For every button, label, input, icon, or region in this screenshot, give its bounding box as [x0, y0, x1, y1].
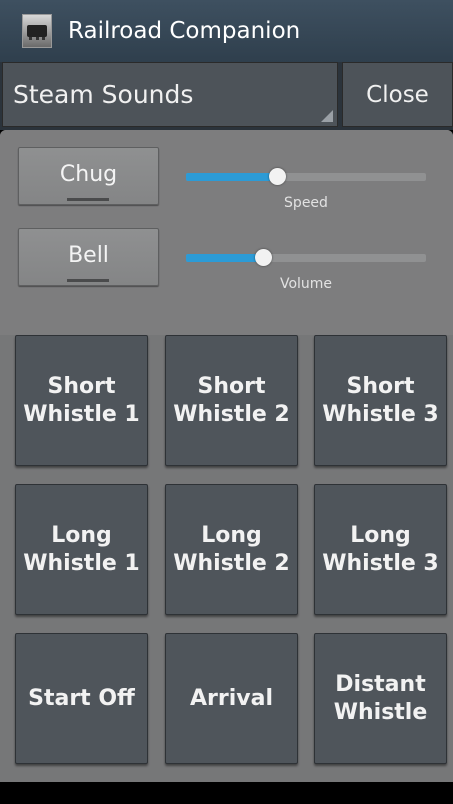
- button-label: Short Whistle 1: [23, 373, 140, 427]
- slider-fill: [186, 173, 277, 181]
- system-bottom-bar: [0, 782, 453, 804]
- long-whistle-1-button[interactable]: Long Whistle 1: [15, 484, 148, 615]
- short-whistle-2-button[interactable]: Short Whistle 2: [165, 335, 298, 466]
- toggle-indicator: [67, 198, 109, 201]
- title-bar: Railroad Companion: [0, 0, 453, 62]
- app-title: Railroad Companion: [68, 18, 301, 44]
- spinner-selected-label: Steam Sounds: [13, 80, 194, 109]
- button-label: Long Whistle 1: [23, 522, 140, 576]
- sound-category-spinner[interactable]: Steam Sounds: [2, 62, 338, 127]
- spinner-triangle-icon: [321, 110, 333, 122]
- slider-thumb[interactable]: [269, 168, 286, 185]
- speed-label: Speed: [284, 195, 328, 211]
- button-label: Arrival: [190, 685, 273, 711]
- close-button[interactable]: Close: [342, 62, 453, 127]
- long-whistle-2-button[interactable]: Long Whistle 2: [165, 484, 298, 615]
- short-whistle-3-button[interactable]: Short Whistle 3: [314, 335, 447, 466]
- speed-slider[interactable]: [186, 160, 426, 190]
- button-label: Start Off: [28, 685, 135, 711]
- short-whistle-1-button[interactable]: Short Whistle 1: [15, 335, 148, 466]
- button-label: Short Whistle 3: [322, 373, 439, 427]
- chug-toggle-button[interactable]: Chug: [18, 147, 159, 205]
- slider-fill: [186, 254, 263, 262]
- bell-label: Bell: [68, 243, 109, 268]
- button-label: Long Whistle 3: [322, 522, 439, 576]
- button-label: Short Whistle 2: [173, 373, 290, 427]
- distant-whistle-button[interactable]: Distant Whistle: [314, 633, 447, 764]
- bell-toggle-button[interactable]: Bell: [18, 228, 159, 286]
- volume-slider[interactable]: [186, 241, 426, 271]
- slider-thumb[interactable]: [255, 249, 272, 266]
- volume-label: Volume: [279, 276, 333, 292]
- button-label: Distant Whistle: [333, 671, 428, 725]
- arrival-button[interactable]: Arrival: [165, 633, 298, 764]
- app-logo-icon: [22, 14, 52, 48]
- start-off-button[interactable]: Start Off: [15, 633, 148, 764]
- chug-label: Chug: [59, 162, 118, 187]
- toggle-indicator: [67, 279, 109, 282]
- long-whistle-3-button[interactable]: Long Whistle 3: [314, 484, 447, 615]
- button-label: Long Whistle 2: [173, 522, 290, 576]
